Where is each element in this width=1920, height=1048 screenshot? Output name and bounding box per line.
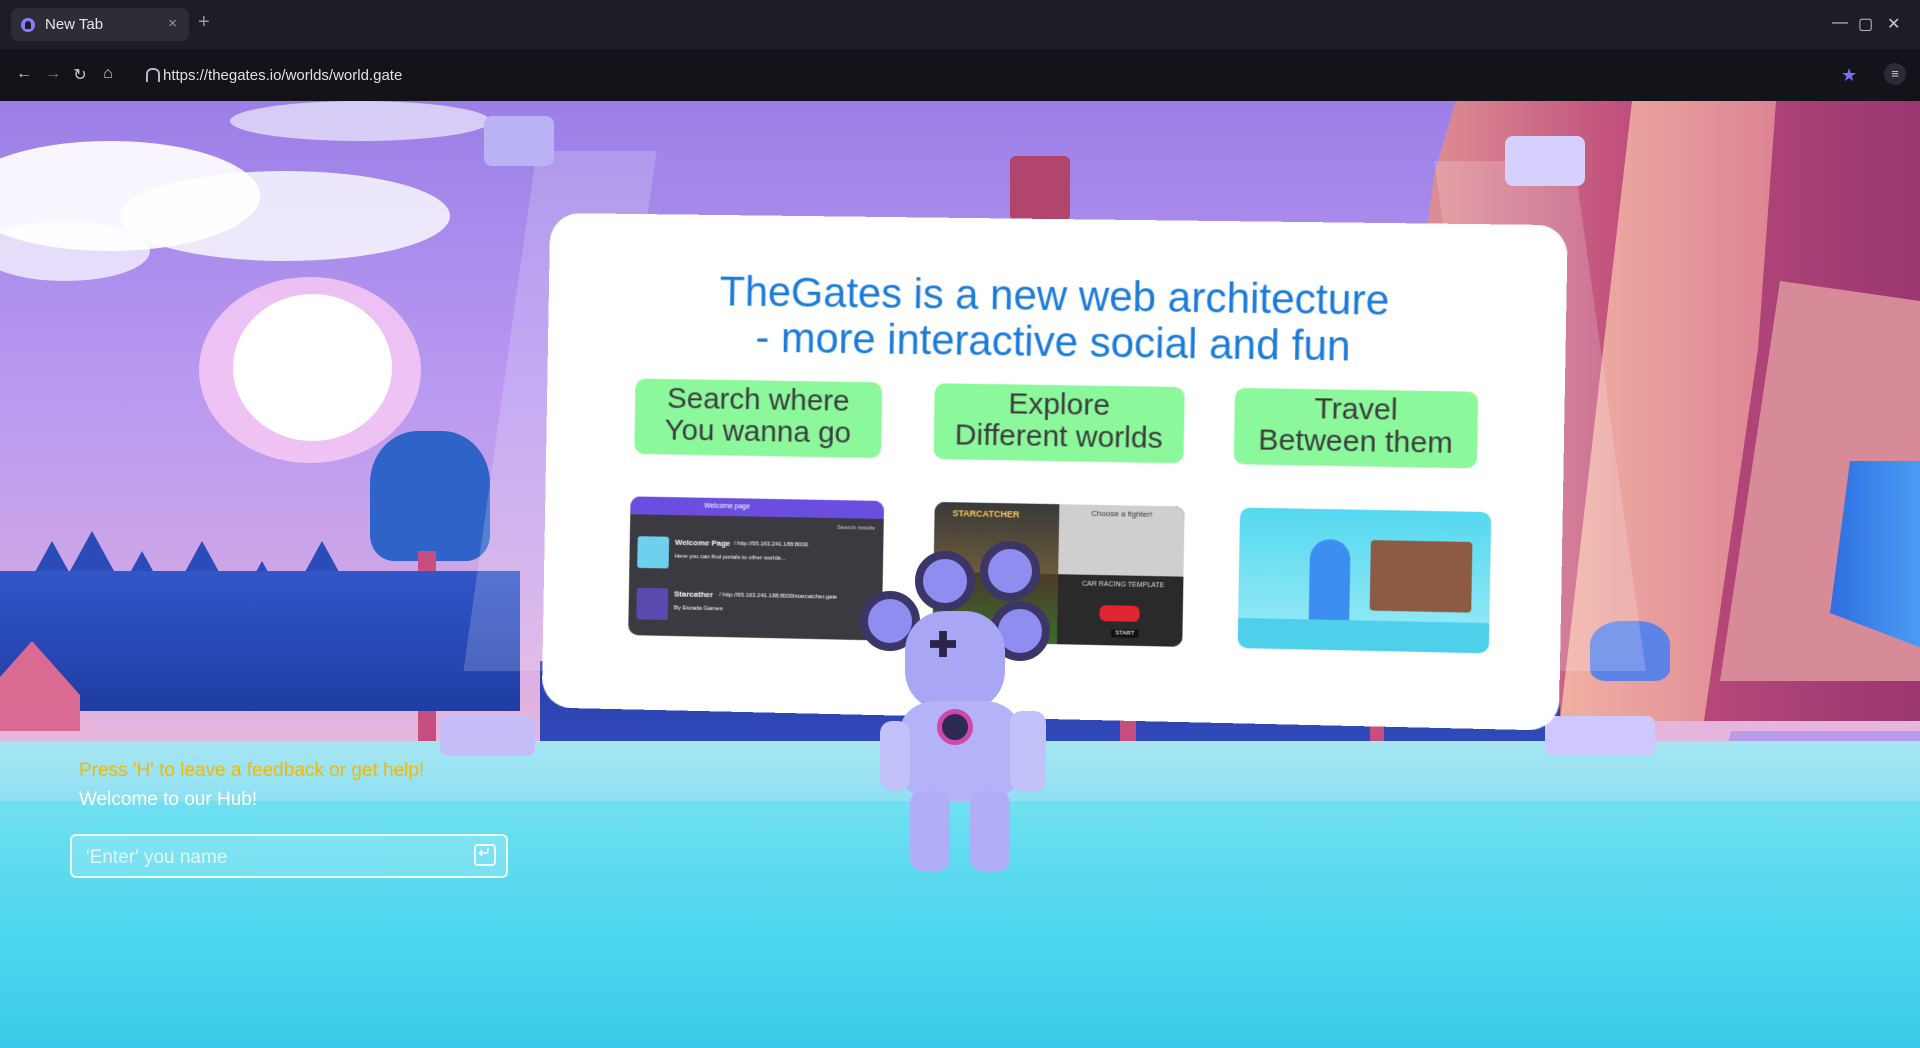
projector (440, 716, 535, 756)
close-window-icon[interactable]: ✕ (1887, 14, 1900, 34)
projector (1545, 716, 1655, 756)
robot-leg (910, 791, 950, 871)
search-screenshot: Welcome page Search results Welcome Page… (628, 496, 885, 641)
result-desc: By Escada Games (673, 605, 723, 613)
forward-icon[interactable]: → (43, 65, 63, 83)
starcatcher-title: STARCATCHER (952, 508, 1020, 520)
tab-bar: New Tab × + — ▢ ✕ (0, 0, 1920, 49)
rock (1010, 156, 1070, 221)
cloud (230, 101, 490, 141)
card-search-line2: You wanna go (664, 413, 852, 450)
nav-toolbar: ← → ↻ ⌂ https://thegates.io/worlds/world… (0, 49, 1920, 101)
help-hint: Press 'H' to leave a feedback or get hel… (79, 760, 425, 781)
result-title: Starcather (673, 589, 714, 600)
projector (1505, 136, 1585, 186)
extension-star-icon[interactable]: ★ (1841, 65, 1857, 86)
tab-new-tab[interactable]: New Tab × (11, 8, 189, 41)
screenshot-search-bar: Welcome page (630, 496, 885, 519)
board-title: TheGates is a new web architecture - mor… (548, 266, 1567, 372)
red-car (1099, 605, 1140, 622)
projector (484, 116, 554, 166)
result-thumbnail (636, 587, 669, 621)
water (1237, 617, 1490, 654)
travel-screenshot (1237, 507, 1492, 654)
cloud (0, 221, 150, 281)
world-viewport[interactable]: TheGates is a new web architecture - mor… (0, 101, 1920, 1048)
tab-close-icon[interactable]: × (168, 15, 177, 32)
welcome-message: Welcome to our Hub! (79, 789, 258, 810)
card-search: Search where You wanna go (634, 378, 883, 459)
home-icon[interactable]: ⌂ (98, 65, 118, 83)
enter-icon[interactable] (474, 843, 496, 866)
result-url: / http://95.163.241.188:8000/starcatcher… (719, 592, 838, 601)
reload-icon[interactable]: ↻ (70, 65, 90, 85)
robot-arm (880, 721, 910, 791)
island (1369, 540, 1473, 613)
address-bar[interactable]: https://thegates.io/worlds/world.gate (163, 67, 402, 84)
name-input[interactable] (84, 846, 448, 870)
cloud (120, 171, 450, 261)
start-label: START (1111, 629, 1139, 638)
card-explore: Explore Different worlds (933, 383, 1185, 464)
menu-icon[interactable]: ≡ (1884, 63, 1906, 85)
robot-eye (980, 541, 1040, 601)
robot-eye (915, 551, 975, 611)
new-tab-button[interactable]: + (198, 11, 210, 34)
maximize-icon[interactable]: ▢ (1858, 14, 1873, 34)
sun (233, 294, 392, 441)
name-input-box[interactable] (70, 834, 508, 878)
robot-head (905, 611, 1005, 711)
result-desc: Here you can find portals to other world… (674, 553, 786, 562)
tree (370, 431, 490, 561)
card-explore-line2: Different worlds (954, 418, 1163, 455)
robot-arm (1010, 711, 1046, 791)
card-travel: Travel Between them (1233, 387, 1479, 469)
tab-title: New Tab (45, 16, 104, 33)
connection-icon (146, 68, 160, 82)
card-travel-line2: Between them (1258, 423, 1453, 460)
portal (1308, 538, 1351, 631)
result-thumbnail (637, 536, 670, 569)
thegates-favicon-icon (21, 17, 35, 32)
card-travel-line1: Travel (1314, 392, 1398, 427)
result-url: / http://95.163.241.188:8000 (733, 540, 809, 549)
back-icon[interactable]: ← (14, 65, 34, 83)
pine-tree (70, 531, 114, 571)
minimize-icon[interactable]: — (1832, 14, 1848, 32)
robot-leg (970, 791, 1010, 871)
player-avatar (860, 531, 1100, 871)
robot-core (937, 709, 973, 745)
fighter-title: Choose a fighter! (1091, 508, 1153, 519)
result-title: Welcome Page (674, 537, 731, 548)
left-forest (0, 571, 520, 711)
